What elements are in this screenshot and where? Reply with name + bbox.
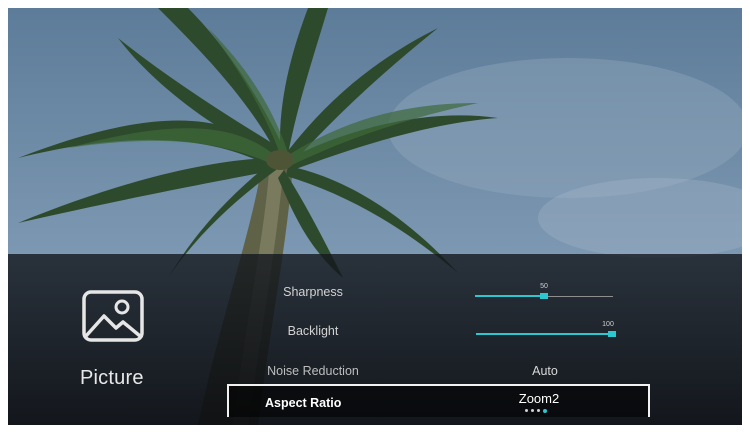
slider-fill xyxy=(476,333,616,335)
option-position-dots xyxy=(525,409,555,415)
option-dot xyxy=(537,409,540,412)
slider-knob[interactable] xyxy=(540,293,548,299)
noise-reduction-value[interactable]: Auto xyxy=(485,364,605,378)
picture-icon xyxy=(82,290,144,342)
tv-screen xyxy=(8,8,742,425)
option-dot xyxy=(525,409,528,412)
category-label: Picture xyxy=(80,367,144,389)
setting-label-noise-reduction[interactable]: Noise Reduction xyxy=(233,364,393,378)
slider-knob[interactable] xyxy=(608,331,616,337)
slider-value: 100 xyxy=(602,321,614,328)
setting-label-backlight: Backlight xyxy=(287,324,339,338)
backlight-slider[interactable]: 100 xyxy=(476,321,616,341)
setting-label-sharpness: Sharpness xyxy=(283,285,343,299)
slider-value: 50 xyxy=(540,283,548,290)
option-dot xyxy=(543,409,547,413)
option-dot xyxy=(531,409,534,412)
sharpness-slider[interactable]: 50 xyxy=(475,283,613,303)
slider-fill xyxy=(475,295,544,297)
aspect-ratio-value[interactable]: Zoom2 xyxy=(505,391,573,406)
setting-label-aspect-ratio: Aspect Ratio xyxy=(265,396,342,410)
